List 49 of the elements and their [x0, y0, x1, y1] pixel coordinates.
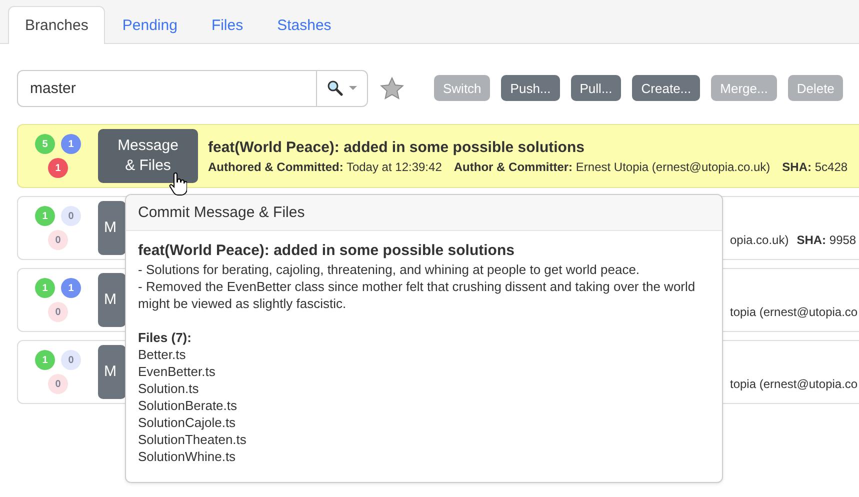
commit-body-line: - Removed the EvenBetter class since mother felt that crushing dissent and taking over the world might be viewed as slightly fascistic. [138, 278, 696, 312]
count-badge: 1 [61, 278, 81, 298]
toolbar-button[interactable]: Pull... [570, 75, 622, 101]
commit-row[interactable]: 5 1 1 Message & Files feat(World Peace): added in some possible solutions Authored & Committed: Today at 12:39:42 Author & Committer: Ernest Utopia (ernest@utopia.co.uk) SHA: 5c428 [17, 124, 859, 188]
file-name: SolutionBerate.ts [138, 397, 238, 414]
message-files-button[interactable]: M [98, 273, 126, 327]
count-badge: 0 [61, 350, 81, 370]
branch-search-field[interactable]: master [17, 70, 316, 106]
file-name: SolutionCajole.ts [138, 414, 237, 431]
meta-text: topia (ernest@utopia.co [730, 377, 858, 391]
file-name: SolutionWhine.ts [138, 448, 237, 465]
meta-text: opia.co.uk) [730, 233, 789, 247]
popover-title: Commit Message & Files [126, 195, 722, 231]
count-badge: 1 [48, 158, 68, 178]
count-badge: 1 [35, 350, 55, 370]
tab[interactable]: Pending [105, 6, 194, 44]
count-badge: 0 [48, 302, 68, 322]
meta-text: Authored & Committed: Today at 12:39:42 [208, 160, 442, 174]
commit-subject: feat(World Peace): added in some possible solutions [138, 241, 516, 261]
count-badge: 1 [35, 206, 55, 226]
meta-text: Author & Committer: Ernest Utopia (ernest@utopia.co.uk) [454, 160, 770, 174]
message-files-button[interactable]: M [98, 345, 126, 399]
count-badge: 1 [61, 134, 81, 154]
file-name: SolutionTheaten.ts [138, 431, 248, 448]
caret-icon [349, 86, 357, 90]
toolbar-button[interactable]: Push... [501, 75, 560, 101]
meta-text: SHA: 5c428 [782, 160, 848, 174]
message-files-button[interactable]: M [98, 201, 126, 255]
star-icon[interactable] [380, 76, 404, 100]
count-badge: 1 [35, 278, 55, 298]
search-dropdown-button[interactable] [316, 70, 368, 106]
commit-title: feat(World Peace): added in some possible solutions [208, 138, 586, 156]
toolbar-button[interactable]: Create... [632, 75, 700, 101]
file-name: Solution.ts [138, 380, 200, 397]
meta-text: SHA: 9958 [796, 233, 856, 247]
search-icon [327, 80, 343, 96]
tab[interactable]: Stashes [260, 6, 348, 44]
message-files-button[interactable]: Message & Files [98, 129, 198, 183]
count-badge: 5 [35, 134, 55, 154]
files-heading: Files (7): [138, 329, 192, 346]
tab[interactable]: Files [194, 6, 260, 44]
commit-body-line: - Solutions for berating, cajoling, threatening, and whining at people to get world peace. [138, 261, 641, 278]
file-name: Better.ts [138, 346, 187, 363]
count-badge: 0 [48, 230, 68, 250]
meta-text: topia (ernest@utopia.co [730, 305, 858, 319]
count-badge: 0 [48, 374, 68, 394]
file-name: EvenBetter.ts [138, 363, 216, 380]
tab[interactable]: Branches [8, 6, 106, 44]
count-badge: 0 [61, 206, 81, 226]
